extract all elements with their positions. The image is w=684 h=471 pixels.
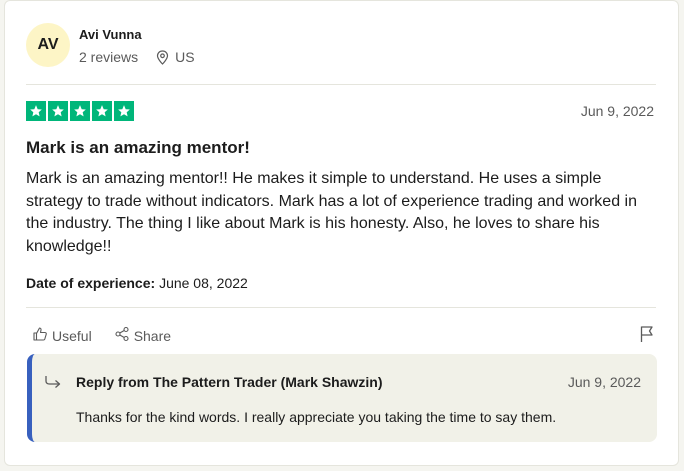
share-label: Share (133, 327, 172, 344)
divider (26, 84, 656, 85)
reply-title: Reply from The Pattern Trader (Mark Shaw… (76, 374, 383, 390)
experience-label: Date of experience: (26, 275, 156, 291)
share-button[interactable]: Share (114, 326, 171, 345)
date-of-experience: Date of experience: June 08, 2022 (26, 275, 248, 291)
star-icon (114, 101, 134, 121)
reviewer-country: US (175, 49, 195, 65)
share-icon (114, 326, 130, 345)
star-icon (70, 101, 90, 121)
reply-text: Thanks for the kind words. I really appr… (76, 409, 557, 425)
star-rating (26, 101, 134, 121)
review-body: Mark is an amazing mentor!! He makes it … (26, 170, 637, 255)
avatar[interactable]: AV (26, 23, 70, 67)
star-icon (48, 101, 68, 121)
star-icon (26, 101, 46, 121)
review-actions: Useful Share (32, 326, 193, 345)
star-icon (92, 101, 112, 121)
company-reply: Reply from The Pattern Trader (Mark Shaw… (27, 354, 657, 442)
review-count: 2 reviews (79, 49, 139, 65)
location-pin-icon (156, 49, 169, 65)
useful-label: Useful (52, 327, 92, 344)
reviewer-header: AV Avi Vunna 2 reviews US (26, 23, 656, 69)
report-flag-icon[interactable] (639, 325, 655, 348)
reviewer-meta: 2 reviews US (79, 49, 195, 65)
thumbs-up-icon (32, 326, 48, 345)
review-card: AV Avi Vunna 2 reviews US Jun 9, 2022 Ma… (4, 0, 679, 466)
review-title[interactable]: Mark is an amazing mentor! (26, 138, 250, 158)
useful-button[interactable]: Useful (32, 326, 92, 345)
reply-date: Jun 9, 2022 (567, 374, 641, 390)
divider (26, 307, 656, 308)
reply-arrow-icon (44, 374, 64, 395)
review-date: Jun 9, 2022 (580, 103, 654, 119)
experience-date: June 08, 2022 (159, 275, 248, 291)
reviewer-name[interactable]: Avi Vunna (79, 27, 142, 42)
